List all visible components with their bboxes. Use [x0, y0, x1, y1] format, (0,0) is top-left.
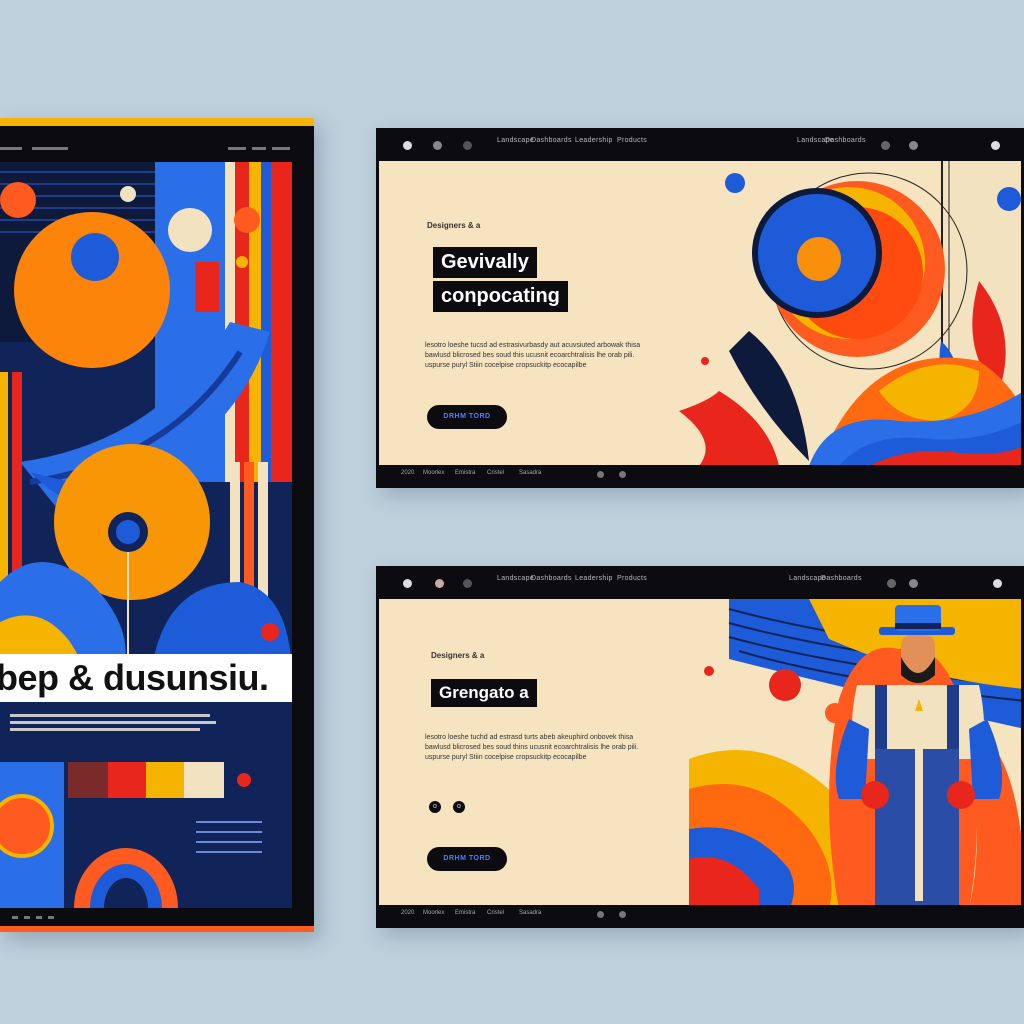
body-line: uspurse puryl Stiin cocelpise cropsuckit… — [425, 754, 587, 761]
window-top-nav-bar: Landscape Dashboards Leadership Products… — [379, 569, 1021, 599]
nav-link[interactable]: Dashboards — [825, 137, 866, 144]
window-top-nav-bar: Landscape Dashboards Leadership Products… — [379, 131, 1021, 161]
slider-next-icon[interactable]: o — [453, 801, 465, 813]
footer-link[interactable]: Emistra — [455, 470, 475, 476]
hero-cta-button[interactable]: DRHM TORD — [427, 405, 507, 429]
menu-icon[interactable] — [909, 579, 918, 588]
hero-body: lesotro loeshe tuchd ad estrasd turts ab… — [425, 733, 695, 763]
window-dot-icon[interactable] — [403, 141, 412, 150]
hero-headline: Grengato a — [431, 679, 537, 707]
landing-page-window-bottom: Landscape Dashboards Leadership Products… — [376, 566, 1024, 928]
window-dot-icon[interactable] — [403, 579, 412, 588]
body-line: lesotro loeshe tuchd ad estrasd turts ab… — [425, 734, 634, 741]
landing-page-window-top: Landscape Dashboards Leadership Products… — [376, 128, 1024, 488]
hero-illustration-person — [689, 599, 1021, 909]
footer-link[interactable]: Sasadra — [519, 910, 541, 916]
poster-top-bar — [0, 134, 314, 160]
window-footer-bar: 2020 Moorlex Emistra Cristel Sasadra — [379, 905, 1021, 925]
hero-headline-line1: Gevivally — [433, 247, 537, 278]
footer-link[interactable]: Sasadra — [519, 470, 541, 476]
nav-link[interactable]: Leadership — [575, 137, 613, 144]
poster-footer — [0, 908, 292, 926]
hero-body: lesotro loeshe tucsd ad estrasivurbasdy … — [425, 341, 695, 371]
window-dot-icon[interactable] — [463, 579, 472, 588]
body-line: lesotro loeshe tucsd ad estrasivurbasdy … — [425, 342, 641, 349]
body-line: uspurse puryl Stiin cocelpise cropsuckit… — [425, 362, 587, 369]
poster-card: bep & dusunsiu. — [0, 118, 314, 932]
footer-link[interactable]: 2020 — [401, 910, 414, 916]
footer-link[interactable]: Cristel — [487, 470, 504, 476]
nav-link[interactable]: Products — [617, 137, 647, 144]
nav-link[interactable]: Dashboards — [821, 575, 862, 582]
hero-cta-button[interactable]: DRHM TORD — [427, 847, 507, 871]
hero-headline-line2: conpocating — [433, 281, 568, 312]
footer-link[interactable]: Moorlex — [423, 470, 444, 476]
cart-icon[interactable] — [991, 141, 1000, 150]
social-icon[interactable] — [619, 471, 626, 478]
menu-icon[interactable] — [909, 141, 918, 150]
hero-eyebrow: Designers & a — [431, 651, 485, 660]
nav-link[interactable]: Leadership — [575, 575, 613, 582]
footer-link[interactable]: Emistra — [455, 910, 475, 916]
poster-body-text — [10, 714, 216, 735]
user-icon[interactable] — [887, 579, 896, 588]
body-line: bawlusd blicrosed bes soud this ucusnit … — [425, 352, 635, 359]
window-dot-icon[interactable] — [463, 141, 472, 150]
social-icon[interactable] — [597, 911, 604, 918]
nav-link[interactable]: Dashboards — [531, 575, 572, 582]
body-line: bawlusd blicrosed bes soud thins ucusnit… — [425, 744, 639, 751]
footer-link[interactable]: Moorlex — [423, 910, 444, 916]
social-icon[interactable] — [597, 471, 604, 478]
user-icon[interactable] — [881, 141, 890, 150]
nav-link[interactable]: Dashboards — [531, 137, 572, 144]
poster-bottom-artwork — [0, 762, 292, 908]
hero-eyebrow: Designers & a — [427, 221, 481, 230]
window-dot-icon[interactable] — [433, 141, 442, 150]
slider-prev-icon[interactable]: o — [429, 801, 441, 813]
footer-link[interactable]: Cristel — [487, 910, 504, 916]
hero-illustration — [679, 161, 1021, 466]
nav-link[interactable]: Landscape — [497, 575, 534, 582]
cart-icon[interactable] — [993, 579, 1002, 588]
nav-link[interactable]: Products — [617, 575, 647, 582]
nav-link[interactable]: Landscape — [497, 137, 534, 144]
window-dot-icon[interactable] — [435, 579, 444, 588]
poster-title: bep & dusunsiu. — [0, 654, 292, 702]
footer-link[interactable]: 2020 — [401, 470, 414, 476]
window-footer-bar: 2020 Moorlex Emistra Cristel Sasadra — [379, 465, 1021, 485]
social-icon[interactable] — [619, 911, 626, 918]
